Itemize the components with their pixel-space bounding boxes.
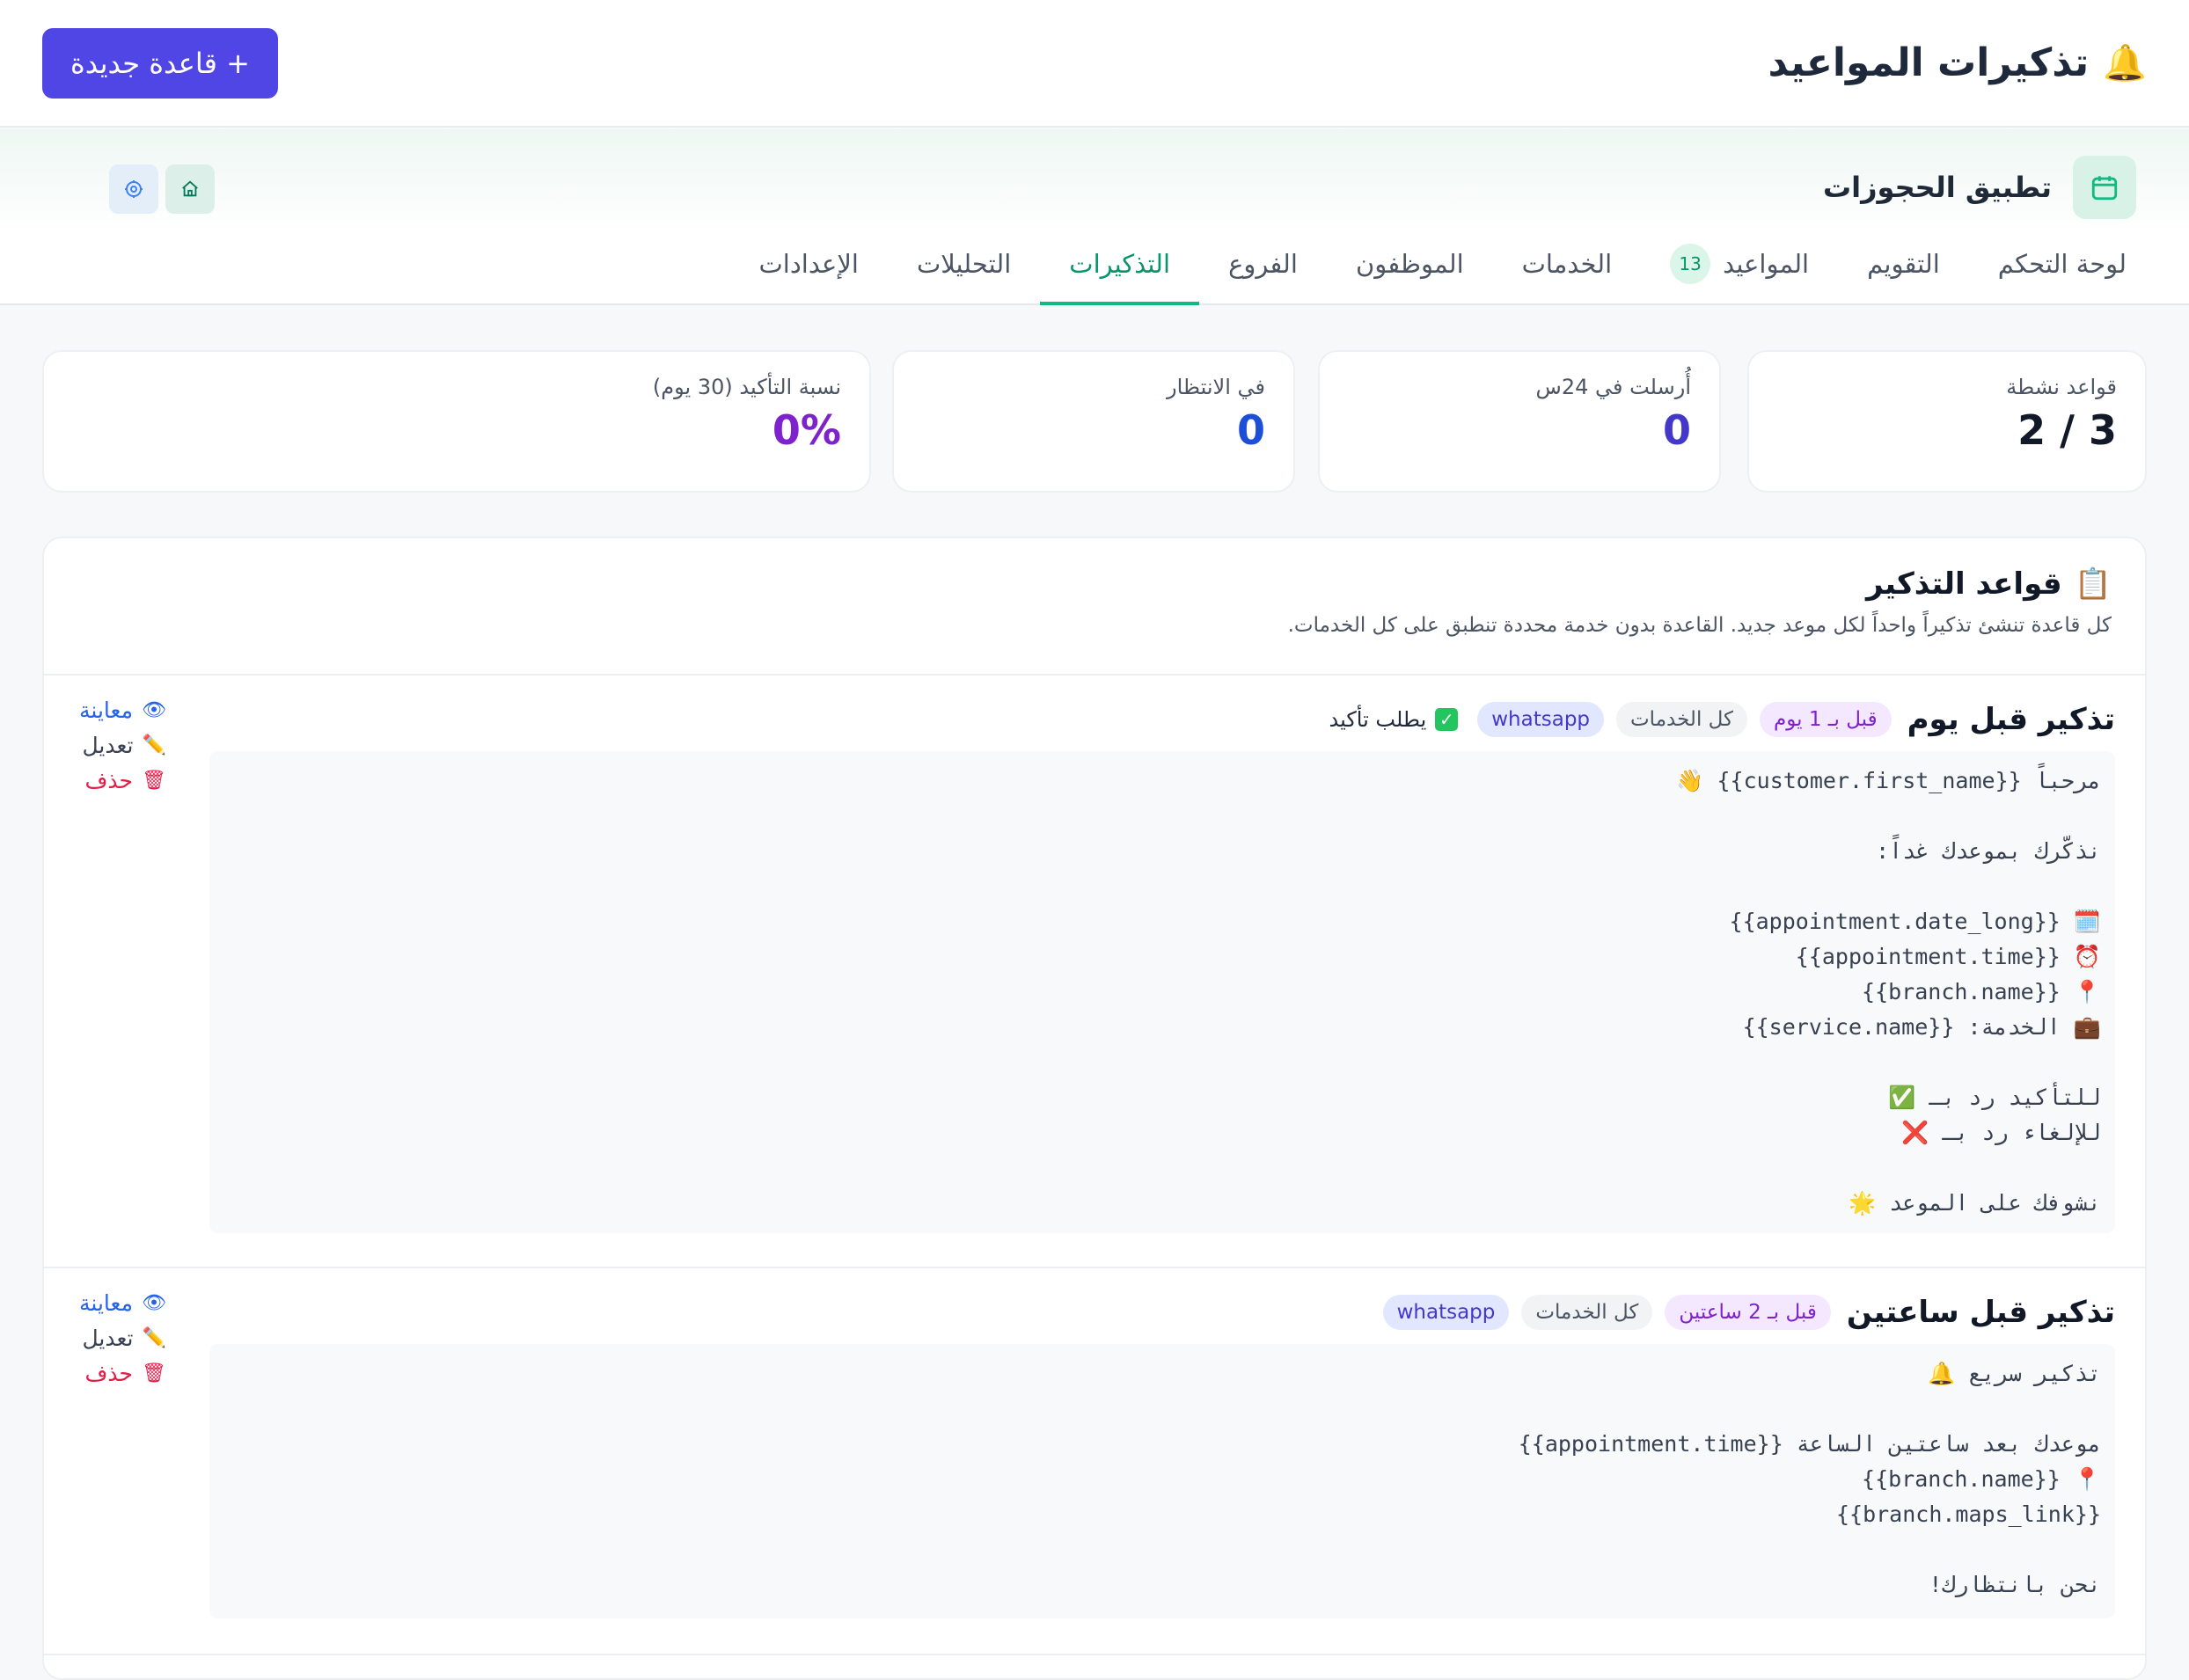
panel-header: 📋 قواعد التذكير كل قاعدة تنشئ تذكيراً وا… xyxy=(44,538,2145,676)
stat-value: 0 xyxy=(1348,406,1691,454)
requires-confirmation: ✓ يطلب تأكيد xyxy=(1329,707,1458,732)
stat-value: 0 xyxy=(922,406,1265,454)
timing-badge: قبل بـ 2 ساعتين xyxy=(1665,1295,1830,1330)
message-template: مرحباً {{customer.first_name}} 👋 نذكّرك … xyxy=(209,751,2115,1233)
tab-label: الفروع xyxy=(1228,249,1298,279)
stat-label: نسبة التأكيد (30 يوم) xyxy=(72,375,841,399)
channel-badge: whatsapp xyxy=(1383,1295,1510,1330)
stat-card-active-rules: قواعد نشطة 2 / 3 xyxy=(1747,350,2147,493)
edit-button[interactable]: تعديل ✏️ xyxy=(79,1321,166,1356)
target-icon[interactable] xyxy=(109,164,158,214)
delete-button[interactable]: حذف 🗑 xyxy=(79,1356,166,1391)
delete-label: حذف xyxy=(84,1356,133,1391)
stat-card-sent-24h: أُرسلت في 24س 0 xyxy=(1318,350,1721,493)
app-name: تطبيق الحجوزات xyxy=(1823,171,2052,204)
channel-badge: whatsapp xyxy=(1477,702,1604,737)
timing-badge: قبل بـ 1 يوم xyxy=(1760,702,1892,737)
rule-actions: معاينة 👁 تعديل ✏️ حذف🗑 xyxy=(79,693,166,799)
tab-label: الخدمات xyxy=(1522,249,1613,279)
stat-value: 2 / 3 xyxy=(1777,406,2117,454)
panel-title: 📋 قواعد التذكير xyxy=(77,566,2112,602)
preview-label: معاينة xyxy=(79,1286,133,1321)
preview-button[interactable]: معاينة 👁 xyxy=(79,693,166,728)
stat-card-confirmation-rate: نسبة التأكيد (30 يوم) 0% xyxy=(42,350,871,493)
trash-icon: 🗑 xyxy=(142,763,166,799)
tab-calendar[interactable]: التقويم xyxy=(1838,240,1969,305)
tab-appointments[interactable]: المواعيد 13 xyxy=(1641,240,1838,305)
panel-subtitle: كل قاعدة تنشئ تذكيراً واحداً لكل موعد جد… xyxy=(77,614,2112,637)
preview-button[interactable]: معاينة 👁 xyxy=(79,1286,166,1321)
rule-name: تذكير قبل ساعتين xyxy=(1847,1295,2115,1330)
top-bar: 🔔 تذكيرات المواعيد + قاعدة جديدة xyxy=(0,0,2189,128)
services-badge: كل الخدمات xyxy=(1616,702,1747,737)
tab-label: التذكيرات xyxy=(1069,249,1170,279)
stat-card-pending: في الانتظار 0 xyxy=(892,350,1295,493)
pencil-icon: ✏️ xyxy=(143,728,166,763)
rule-name: تذكير قبل يوم xyxy=(1907,702,2115,737)
edit-label: تعديل xyxy=(82,728,133,763)
rule-item: تذكير قبل ساعتين قبل بـ 2 ساعتين كل الخد… xyxy=(44,1268,2147,1655)
bell-icon: 🔔 xyxy=(2103,42,2147,84)
rule-header: تذكير قبل يوم قبل بـ 1 يوم كل الخدمات wh… xyxy=(1329,702,2115,737)
app-brand: تطبيق الحجوزات xyxy=(1823,156,2136,219)
tab-services[interactable]: الخدمات xyxy=(1493,240,1642,305)
tab-label: لوحة التحكم xyxy=(1998,249,2127,279)
eye-icon: 👁 xyxy=(142,1286,166,1321)
reminder-rules-panel: 📋 قواعد التذكير كل قاعدة تنشئ تذكيراً وا… xyxy=(42,537,2147,1680)
trash-icon: 🗑 xyxy=(142,1356,166,1391)
nav-tabs: لوحة التحكم التقويم المواعيد 13 الخدمات ا… xyxy=(730,240,2189,305)
header-utilities xyxy=(109,164,215,214)
rule-item: تذكير قبل يوم قبل بـ 1 يوم كل الخدمات wh… xyxy=(44,676,2147,1268)
tab-analytics[interactable]: التحليلات xyxy=(888,240,1040,305)
stat-label: في الانتظار xyxy=(922,375,1265,399)
services-badge: كل الخدمات xyxy=(1521,1295,1652,1330)
appointments-count-badge: 13 xyxy=(1670,244,1710,284)
pencil-icon: ✏️ xyxy=(143,1321,166,1356)
app-header: تطبيق الحجوزات لوحة التحكم التقويم الموا… xyxy=(0,129,2189,305)
rule-header: تذكير قبل ساعتين قبل بـ 2 ساعتين كل الخد… xyxy=(1383,1295,2115,1330)
page-title: 🔔 تذكيرات المواعيد xyxy=(1768,40,2148,85)
check-icon: ✓ xyxy=(1435,708,1458,731)
eye-icon: 👁 xyxy=(142,693,166,728)
delete-label: حذف xyxy=(84,763,133,799)
stat-value: 0% xyxy=(72,406,841,454)
delete-button[interactable]: حذف🗑 xyxy=(79,763,166,799)
stat-label: أُرسلت في 24س xyxy=(1348,375,1691,399)
tab-settings[interactable]: الإعدادات xyxy=(730,240,888,305)
tab-reminders[interactable]: التذكيرات xyxy=(1040,240,1199,305)
tab-label: التقويم xyxy=(1867,249,1940,279)
tab-dashboard[interactable]: لوحة التحكم xyxy=(1969,240,2156,305)
tab-branches[interactable]: الفروع xyxy=(1199,240,1327,305)
message-template: تذكير سريع 🔔 موعدك بعد ساعتين الساعة {{a… xyxy=(209,1344,2115,1618)
edit-button[interactable]: تعديل ✏️ xyxy=(79,728,166,763)
panel-title-text: قواعد التذكير xyxy=(1866,566,2062,602)
new-rule-button[interactable]: + قاعدة جديدة xyxy=(42,28,278,99)
tab-label: الإعدادات xyxy=(759,249,859,279)
confirm-label: يطلب تأكيد xyxy=(1329,707,1426,732)
tab-label: الموظفون xyxy=(1356,249,1464,279)
edit-label: تعديل xyxy=(82,1321,133,1356)
tab-label: المواعيد xyxy=(1723,249,1809,279)
home-icon[interactable] xyxy=(165,164,215,214)
tab-label: التحليلات xyxy=(917,249,1011,279)
page-title-text: تذكيرات المواعيد xyxy=(1768,40,2090,85)
tab-staff[interactable]: الموظفون xyxy=(1327,240,1493,305)
preview-label: معاينة xyxy=(79,693,133,728)
clipboard-icon: 📋 xyxy=(2075,566,2112,602)
rule-actions: معاينة 👁 تعديل ✏️ حذف 🗑 xyxy=(79,1286,166,1391)
stat-label: قواعد نشطة xyxy=(1777,375,2117,399)
calendar-icon xyxy=(2073,156,2136,219)
